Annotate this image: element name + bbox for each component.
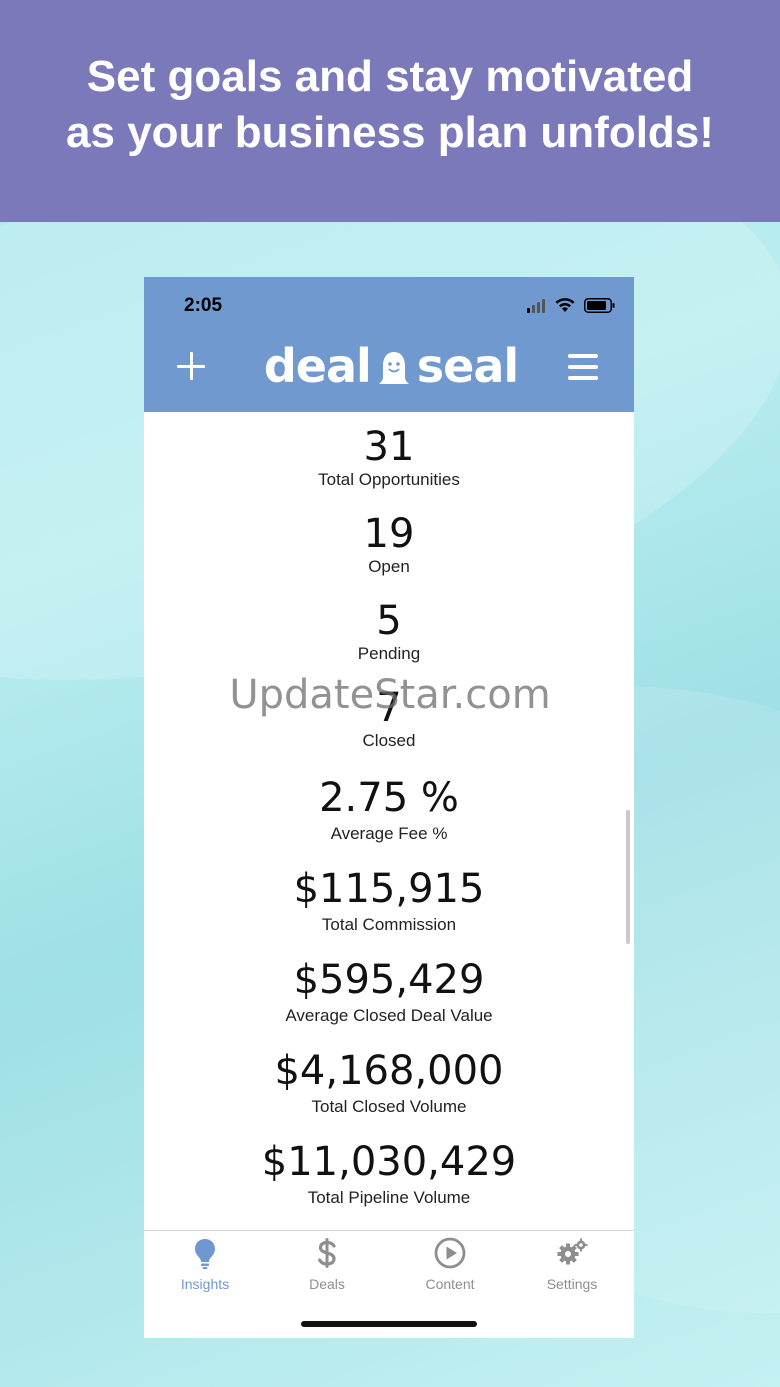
logo-word-deal: deal [263, 339, 372, 393]
menu-line [568, 365, 598, 369]
tab-settings[interactable]: Settings [511, 1231, 633, 1301]
tab-label: Deals [309, 1276, 345, 1292]
stat-value: 5 [376, 598, 402, 644]
stat-label: Average Closed Deal Value [285, 1006, 493, 1025]
stat-total-commission: $115,915 Total Commission [144, 863, 634, 935]
status-icons [526, 297, 616, 315]
cellular-signal-icon [527, 299, 545, 313]
app-header: 2:05 deal seal [144, 277, 634, 412]
stat-label: Average Fee % [330, 824, 448, 843]
stat-value: $4,168,000 [274, 1048, 504, 1094]
stat-label: Closed [362, 731, 416, 750]
wifi-icon [555, 298, 575, 312]
lightbulb-icon [195, 1239, 215, 1269]
gears-icon [557, 1238, 588, 1265]
tab-label: Insights [180, 1276, 230, 1292]
stat-label: Total Opportunities [318, 470, 460, 489]
promo-headline-line1: Set goals and stay motivated [86, 52, 694, 101]
tab-label: Settings [546, 1276, 598, 1292]
add-deal-button[interactable] [174, 349, 208, 383]
phone-screen: 2:05 deal seal 31 Total Opportunities 19… [144, 277, 634, 1338]
promo-headline: Set goals and stay motivated as your bus… [20, 49, 760, 161]
stat-total-pipeline-volume: $11,030,429 Total Pipeline Volume [144, 1136, 634, 1208]
home-indicator[interactable] [301, 1321, 477, 1327]
promo-headline-line2: as your business plan unfolds! [66, 108, 714, 157]
stat-average-fee: 2.75 % Average Fee % [144, 772, 634, 844]
dealseal-logo: deal seal [256, 339, 526, 393]
stat-value: $115,915 [293, 866, 485, 912]
scrollbar[interactable] [626, 810, 630, 944]
stat-value: $11,030,429 [261, 1139, 517, 1185]
stat-open: 19 Open [144, 511, 634, 577]
promo-banner: Set goals and stay motivated as your bus… [0, 0, 780, 222]
tab-deals[interactable]: Deals [266, 1231, 388, 1301]
stat-average-closed-deal-value: $595,429 Average Closed Deal Value [144, 954, 634, 1026]
logo-word-seal: seal [416, 339, 519, 393]
stat-total-closed-volume: $4,168,000 Total Closed Volume [144, 1045, 634, 1117]
tab-label: Content [425, 1276, 475, 1292]
tab-content[interactable]: Content [389, 1231, 511, 1301]
stat-value: 31 [363, 424, 415, 470]
play-circle-icon [434, 1237, 466, 1269]
seal-mascot-icon [378, 352, 409, 384]
hamburger-menu-icon[interactable] [568, 354, 598, 380]
stat-value: 19 [363, 511, 415, 557]
stat-value: 2.75 % [319, 775, 459, 821]
stat-label: Pending [357, 644, 421, 663]
tab-insights[interactable]: Insights [144, 1231, 266, 1301]
dollar-icon [318, 1238, 336, 1268]
menu-line [568, 354, 598, 358]
battery-icon [584, 298, 615, 313]
status-time: 2:05 [184, 295, 223, 316]
stat-label: Total Closed Volume [311, 1097, 467, 1116]
stat-total-opportunities: 31 Total Opportunities [144, 424, 634, 490]
stat-label: Total Pipeline Volume [307, 1188, 471, 1207]
stat-label: Open [368, 557, 410, 576]
menu-line [568, 376, 598, 380]
insights-stats-list[interactable]: 31 Total Opportunities 19 Open 5 Pending… [144, 412, 634, 1230]
watermark-text: UpdateStar.com [229, 672, 551, 718]
stat-pending: 5 Pending [144, 598, 634, 664]
stat-label: Total Commission [321, 915, 457, 934]
stat-value: $595,429 [293, 957, 485, 1003]
